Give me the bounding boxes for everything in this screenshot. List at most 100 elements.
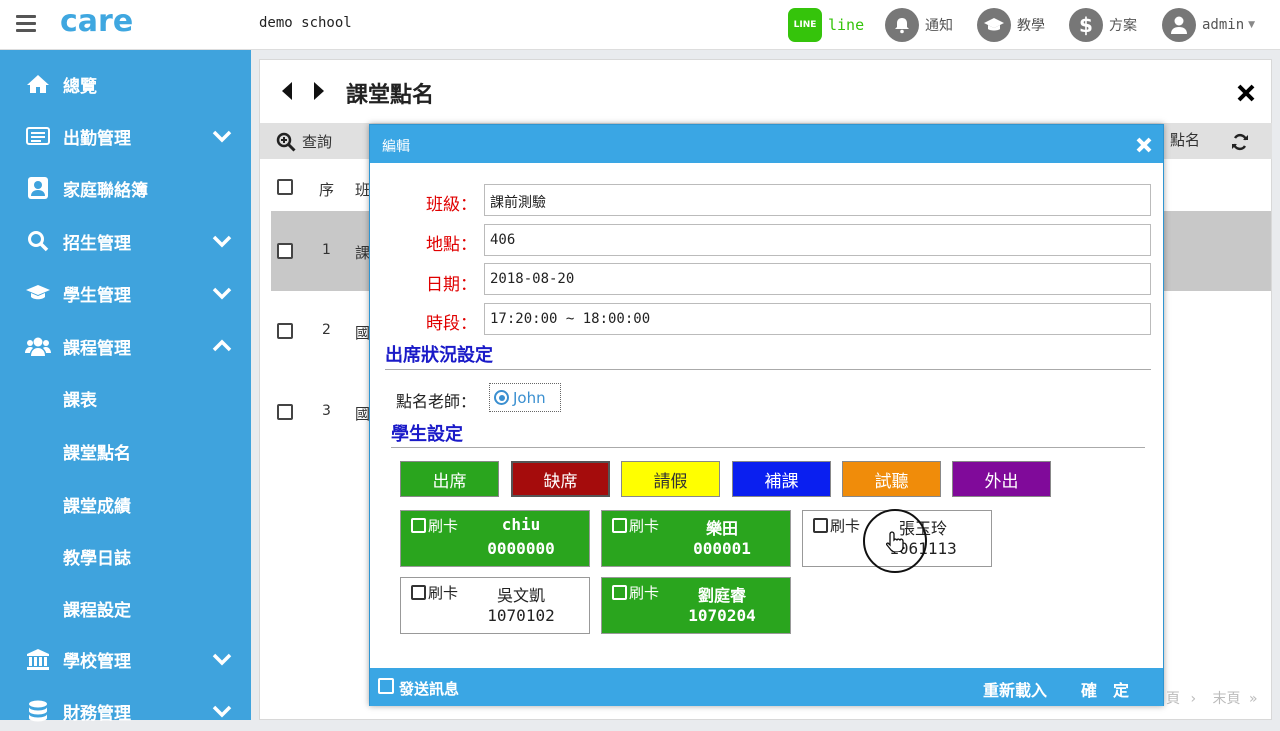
swipe-checkbox[interactable] [411,518,426,533]
sidebar-item-school[interactable]: 學校管理 [0,639,251,679]
send-message-checkbox[interactable] [378,678,394,694]
dollar-icon: $ [1069,8,1103,42]
line-link[interactable]: LINE line [788,8,864,42]
student-card[interactable]: 刷卡 chiu 0000000 [400,510,590,567]
status-leave-button[interactable]: 請假 [621,461,720,497]
status-label: 外出 [984,471,1019,492]
student-card[interactable]: 刷卡 劉庭睿 1070204 [601,577,791,634]
database-icon [25,700,51,722]
class-label: 班級： [426,195,477,215]
notify-label: 通知 [925,18,953,34]
row-number: 3 [322,403,331,419]
swipe-label: 刷卡 [428,584,459,602]
plan-link[interactable]: $ 方案 [1069,8,1137,42]
line-label: line [828,16,865,34]
sidebar-subitem-teaching-log[interactable]: 教學日誌 [63,544,131,569]
status-label: 出席 [432,471,467,492]
rollcall-label: 點名 [1170,131,1201,149]
status-makeup-button[interactable]: 補課 [732,461,831,497]
sidebar-item-finance[interactable]: 財務管理 [0,691,251,731]
swipe-label: 刷卡 [428,517,459,535]
sidebar-subitem-course-settings[interactable]: 課程設定 [63,596,131,621]
notify-link[interactable]: 通知 [885,8,953,42]
sidebar-item-overview[interactable]: 總覽 [0,64,251,104]
row-checkbox[interactable] [277,404,293,420]
status-trial-button[interactable]: 試聽 [842,461,941,497]
status-present-button[interactable]: 出席 [400,461,499,497]
teach-link[interactable]: 教學 [977,8,1045,42]
sidebar-item-courses[interactable]: 課程管理 [0,326,251,366]
select-all-checkbox[interactable] [277,179,293,195]
chevron-down-icon [212,705,232,718]
student-card[interactable]: 刷卡 吳文凱 1070102 [400,577,590,634]
sidebar-subitem-rollcall[interactable]: 課堂點名 [63,439,131,464]
row-checkbox[interactable] [277,243,293,259]
sidebar: 總覽 出勤管理 家庭聯絡簿 招生管理 學生管理 課程管理 課表 課堂點名 課堂成… [0,50,251,724]
line-icon: LINE [788,8,822,42]
user-menu[interactable]: admin ▼ [1162,8,1255,42]
place-label: 地點： [426,235,477,255]
place-field[interactable]: 406 [484,224,1151,256]
swipe-checkbox[interactable] [411,585,426,600]
sidebar-subitem-grades[interactable]: 課堂成績 [63,492,131,517]
search-icon [25,230,51,252]
chevron-down-icon [212,653,232,666]
teacher-name: John [513,388,546,407]
sidebar-item-label: 家庭聯絡簿 [63,180,148,201]
student-number: 000001 [693,539,751,558]
edit-dialog: 編輯 班級： 課前測驗 地點： 406 日期： 2018-08-20 時段： 1… [369,124,1164,706]
student-number: 0000000 [487,539,555,558]
top-bar: care demo school LINE line 通知 教學 $ 方案 ad… [0,0,1280,50]
confirm-button[interactable]: 確 定 [1081,677,1129,701]
status-out-button[interactable]: 外出 [952,461,1051,497]
pager-last[interactable]: 末頁 [1213,691,1241,707]
class-field[interactable]: 課前測驗 [484,184,1151,216]
student-name: 吳文凱 [496,586,545,605]
next-arrow-icon[interactable] [312,81,326,101]
app-logo[interactable]: care [60,4,133,39]
dialog-close-icon[interactable] [1135,136,1153,154]
sidebar-item-label: 招生管理 [63,233,131,254]
sidebar-item-enrollment[interactable]: 招生管理 [0,221,251,261]
reload-button[interactable]: 重新載入 [983,677,1047,701]
sidebar-item-students[interactable]: 學生管理 [0,273,251,313]
bank-icon [25,648,51,670]
plan-label: 方案 [1109,18,1137,34]
menu-icon[interactable] [16,15,36,33]
query-button[interactable]: 查詢 [276,131,332,152]
prev-arrow-icon[interactable] [280,81,294,101]
swipe-label: 刷卡 [830,517,861,535]
user-label: admin [1202,17,1245,33]
row-class: 國 [355,324,371,342]
sidebar-item-contact-book[interactable]: 家庭聯絡簿 [0,168,251,208]
student-card[interactable]: 刷卡 樂田 000001 [601,510,791,567]
sidebar-item-label: 學校管理 [63,651,131,672]
close-icon[interactable] [1236,83,1256,103]
sidebar-item-attendance[interactable]: 出勤管理 [0,116,251,156]
status-label: 請假 [653,471,688,492]
student-name: 劉庭睿 [697,586,746,605]
bell-icon [885,8,919,42]
sidebar-item-label: 總覽 [63,76,97,97]
rollcall-button[interactable]: 點名 [1170,129,1200,150]
school-name: demo school [259,15,352,31]
time-field[interactable]: 17:20:00 ~ 18:00:00 [484,303,1151,335]
chevron-up-icon [212,339,232,352]
refresh-icon[interactable] [1231,133,1249,151]
pager-prev[interactable]: 頁 [1166,691,1180,707]
user-icon [1162,8,1196,42]
swipe-checkbox[interactable] [813,518,828,533]
row-number: 1 [322,242,331,258]
column-header-class: 班 [355,181,371,199]
sidebar-subitem-timetable[interactable]: 課表 [63,386,97,411]
teacher-radio[interactable]: John [489,383,561,412]
graduation-cap-icon [25,284,51,302]
row-checkbox[interactable] [277,323,293,339]
sidebar-item-label: 課程管理 [63,338,131,359]
time-label: 時段： [426,314,477,334]
row-class: 課 [355,244,371,262]
swipe-checkbox[interactable] [612,518,627,533]
date-field[interactable]: 2018-08-20 [484,263,1151,295]
status-absent-button[interactable]: 缺席 [511,461,610,497]
swipe-checkbox[interactable] [612,585,627,600]
